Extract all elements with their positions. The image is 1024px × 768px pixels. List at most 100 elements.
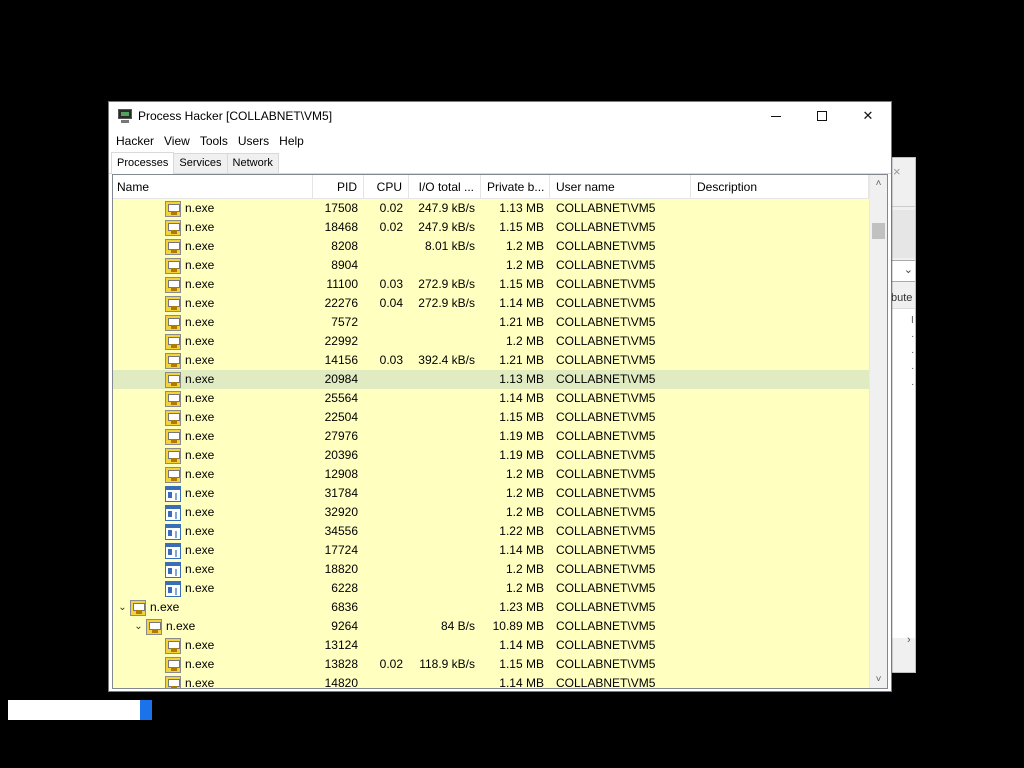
cell-name: n.exe [113, 313, 313, 332]
cell-io-total [409, 598, 481, 617]
cell-description [691, 541, 869, 560]
menu-view[interactable]: View [159, 130, 195, 152]
table-row[interactable]: n.exe 13828 0.02 118.9 kB/s 1.15 MB COLLABNET… [113, 655, 869, 674]
column-header-user-name[interactable]: User name [550, 175, 691, 199]
cell-description [691, 446, 869, 465]
cell-description [691, 598, 869, 617]
table-row[interactable]: n.exe 22504 1.15 MB COLLABNET\VM5 [113, 408, 869, 427]
cell-pid: 14820 [324, 676, 358, 689]
table-row[interactable]: n.exe 14156 0.03 392.4 kB/s 1.21 MB COLLABNET… [113, 351, 869, 370]
chevron-down-icon[interactable]: ⌄ [133, 617, 144, 636]
cell-user-name: COLLABNET\VM5 [556, 277, 656, 291]
vertical-scrollbar[interactable]: ˄ ˅ [869, 175, 887, 688]
table-row[interactable]: n.exe 17508 0.02 247.9 kB/s 1.13 MB COLLABNET… [113, 199, 869, 218]
scroll-thumb[interactable] [872, 223, 885, 239]
cell-cpu [364, 446, 409, 465]
cell-name: n.exe [113, 332, 313, 351]
process-icon [165, 219, 181, 236]
background-combobox[interactable]: ⌄ [891, 260, 915, 282]
cell-user-name: COLLABNET\VM5 [556, 220, 656, 234]
cell-name: n.exe [113, 522, 313, 541]
process-tree[interactable]: Name PID CPU I/O total ... Private b... … [112, 174, 888, 689]
cell-name: n.exe [113, 579, 313, 598]
minimize-button[interactable] [753, 102, 799, 130]
table-row[interactable]: n.exe 22992 1.2 MB COLLABNET\VM5 [113, 332, 869, 351]
table-row[interactable]: n.exe 8904 1.2 MB COLLABNET\VM5 [113, 256, 869, 275]
table-row[interactable]: n.exe 6228 1.2 MB COLLABNET\VM5 [113, 579, 869, 598]
menu-help[interactable]: Help [274, 130, 309, 152]
process-icon [165, 409, 181, 426]
column-header-cpu[interactable]: CPU [364, 175, 409, 199]
table-row[interactable]: ⌄ n.exe 6836 1.23 MB COLLABNET\VM5 [113, 598, 869, 617]
cell-private-bytes: 1.23 MB [499, 600, 544, 614]
table-row[interactable]: n.exe 14820 1.14 MB COLLABNET\VM5 [113, 674, 869, 689]
table-row[interactable]: n.exe 8208 8.01 kB/s 1.2 MB COLLABNET\VM5 [113, 237, 869, 256]
table-row[interactable]: n.exe 20984 1.13 MB COLLABNET\VM5 [113, 370, 869, 389]
cell-pid: 34556 [324, 524, 358, 538]
table-row[interactable]: n.exe 17724 1.14 MB COLLABNET\VM5 [113, 541, 869, 560]
cell-cpu [364, 522, 409, 541]
table-row[interactable]: n.exe 11100 0.03 272.9 kB/s 1.15 MB COLLABNET… [113, 275, 869, 294]
close-button[interactable]: ✕ [845, 102, 891, 130]
cell-private-bytes: 1.2 MB [505, 562, 544, 576]
cell-io-total [409, 579, 481, 598]
table-row[interactable]: n.exe 27976 1.19 MB COLLABNET\VM5 [113, 427, 869, 446]
column-header-io-total[interactable]: I/O total ... [409, 175, 481, 199]
table-row[interactable]: n.exe 25564 1.14 MB COLLABNET\VM5 [113, 389, 869, 408]
column-header-name[interactable]: Name [113, 175, 313, 199]
table-row[interactable]: n.exe 20396 1.19 MB COLLABNET\VM5 [113, 446, 869, 465]
process-name: n.exe [150, 600, 180, 614]
menu-users[interactable]: Users [233, 130, 274, 152]
cell-cpu: 0.02 [379, 201, 403, 215]
table-row[interactable]: n.exe 34556 1.22 MB COLLABNET\VM5 [113, 522, 869, 541]
scroll-down-icon[interactable]: ˅ [870, 671, 887, 688]
window-icon [165, 561, 181, 578]
cell-io-total [409, 522, 481, 541]
scroll-up-icon[interactable]: ˄ [870, 175, 887, 192]
menu-hacker[interactable]: Hacker [111, 130, 159, 152]
cell-user-name: COLLABNET\VM5 [556, 258, 656, 272]
table-row[interactable]: n.exe 18820 1.2 MB COLLABNET\VM5 [113, 560, 869, 579]
table-row[interactable]: n.exe 13124 1.14 MB COLLABNET\VM5 [113, 636, 869, 655]
close-icon[interactable]: × [893, 164, 901, 179]
cell-user-name: COLLABNET\VM5 [556, 562, 656, 576]
chevron-right-icon[interactable]: › [907, 634, 911, 646]
cell-name: ⌄ n.exe [113, 617, 313, 636]
cell-name: n.exe [113, 408, 313, 427]
cell-private-bytes: 1.15 MB [499, 657, 544, 671]
column-header-pid[interactable]: PID [313, 175, 364, 199]
cell-pid: 8208 [331, 239, 358, 253]
column-header-description[interactable]: Description [691, 175, 869, 199]
column-header-private-bytes[interactable]: Private b... [481, 175, 550, 199]
table-row[interactable]: n.exe 12908 1.2 MB COLLABNET\VM5 [113, 465, 869, 484]
cell-io-total [409, 636, 481, 655]
table-row[interactable]: n.exe 7572 1.21 MB COLLABNET\VM5 [113, 313, 869, 332]
cell-io-total: 8.01 kB/s [424, 239, 475, 253]
table-row[interactable]: n.exe 31784 1.2 MB COLLABNET\VM5 [113, 484, 869, 503]
maximize-button[interactable] [799, 102, 845, 130]
table-row[interactable]: ⌄ n.exe 9264 84 B/s 10.89 MB COLLABNET\VM5 [113, 617, 869, 636]
tab-services[interactable]: Services [173, 153, 228, 173]
menu-tools[interactable]: Tools [195, 130, 233, 152]
process-icon [165, 637, 181, 654]
cell-private-bytes: 1.2 MB [505, 581, 544, 595]
table-row[interactable]: n.exe 22276 0.04 272.9 kB/s 1.14 MB COLLABNET… [113, 294, 869, 313]
table-row[interactable]: n.exe 18468 0.02 247.9 kB/s 1.15 MB COLLABNET… [113, 218, 869, 237]
cell-private-bytes: 1.14 MB [499, 676, 544, 689]
chevron-down-icon[interactable]: ⌄ [117, 598, 128, 617]
process-name: n.exe [185, 638, 215, 652]
cell-io-total [409, 256, 481, 275]
cell-io-total [409, 408, 481, 427]
table-row[interactable]: n.exe 32920 1.2 MB COLLABNET\VM5 [113, 503, 869, 522]
title-bar[interactable]: Process Hacker [COLLABNET\VM5] ✕ [109, 102, 891, 130]
cell-io-total [409, 503, 481, 522]
process-icon [165, 295, 181, 312]
cell-cpu: 0.02 [379, 657, 403, 671]
background-window[interactable]: × ⌄ bute I · · · · › [888, 157, 916, 673]
cell-pid: 25564 [324, 391, 358, 405]
table-header: Name PID CPU I/O total ... Private b... … [113, 175, 869, 199]
tab-processes[interactable]: Processes [111, 152, 175, 174]
background-list[interactable]: I · · · · [889, 308, 915, 638]
cell-private-bytes: 1.2 MB [505, 467, 544, 481]
tab-network[interactable]: Network [226, 153, 279, 173]
